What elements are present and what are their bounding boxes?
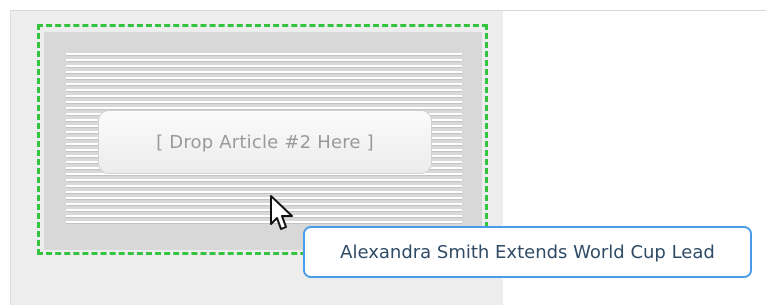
- drop-article-target[interactable]: [ Drop Article #2 Here ]: [98, 110, 432, 174]
- article-layout-editor: [ Drop Article #2 Here ] Alexandra Smith…: [0, 0, 766, 305]
- drop-article-label: [ Drop Article #2 Here ]: [156, 131, 374, 153]
- dragged-article-title: Alexandra Smith Extends World Cup Lead: [340, 241, 715, 263]
- dragged-article-tooltip: Alexandra Smith Extends World Cup Lead: [303, 226, 752, 278]
- arrow-pointer-icon: [270, 195, 293, 230]
